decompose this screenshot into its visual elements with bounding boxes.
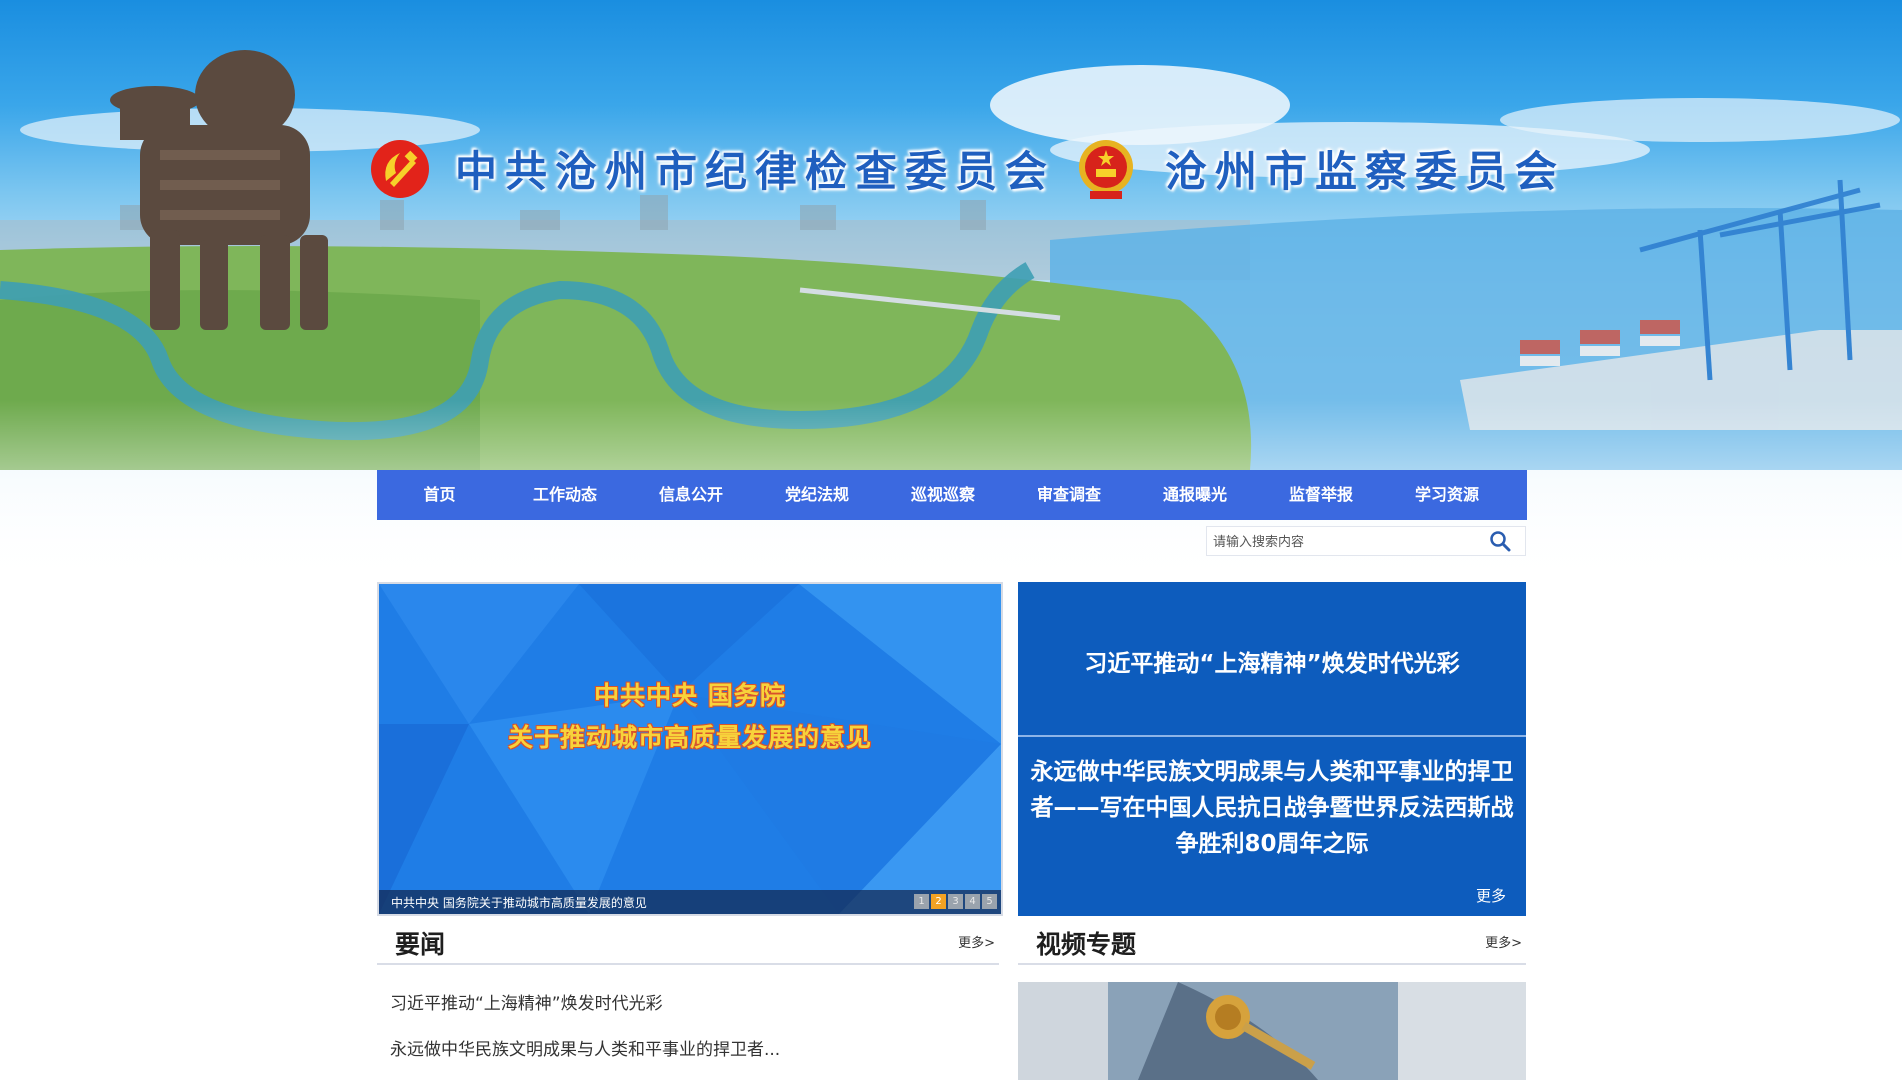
slider-pagination: 1 2 3 4 5: [914, 894, 997, 909]
video-section-title: 视频专题: [1036, 930, 1137, 959]
nav-item-learning[interactable]: 学习资源: [1384, 470, 1510, 520]
headline-link-2[interactable]: 永远做中华民族文明成果与人类和平事业的捍卫者——写在中国人民抗日战争暨世界反法西…: [1030, 754, 1514, 862]
slider-dot[interactable]: 4: [965, 894, 980, 909]
nav-item-home[interactable]: 首页: [377, 470, 502, 520]
news-list: 习近平推动“上海精神”焕发时代光彩 永远做中华民族文明成果与人类和平事业的捍卫者…: [390, 990, 780, 1082]
video-thumbnail[interactable]: [1018, 982, 1526, 1080]
banner-title-right: 沧州市监察委员会: [1165, 147, 1566, 196]
video-section-header: 视频专题 更多>: [1018, 917, 1526, 965]
search-input[interactable]: [1211, 530, 1471, 554]
headline-link-1[interactable]: 习近平推动“上海精神”焕发时代光彩: [1018, 644, 1526, 678]
nav-item-exposure[interactable]: 通报曝光: [1132, 470, 1258, 520]
nav-item-report[interactable]: 监督举报: [1258, 470, 1384, 520]
headline-panel: 习近平推动“上海精神”焕发时代光彩 永远做中华民族文明成果与人类和平事业的捍卫者…: [1018, 582, 1526, 916]
banner-title-left: 中共沧州市纪律检查委员会: [455, 147, 1056, 196]
slider-dot[interactable]: 1: [914, 894, 929, 909]
search-icon: [1490, 531, 1511, 552]
slider-dot[interactable]: 5: [982, 894, 997, 909]
slide-headline-line1: 中共中央 国务院: [594, 681, 786, 710]
iron-lion-statue: [110, 50, 328, 330]
national-emblem-icon: [1079, 140, 1133, 199]
slide-headline-line2: 关于推动城市高质量发展的意见: [507, 723, 872, 752]
slider-dot-active[interactable]: 2: [931, 894, 946, 909]
search-box: [1206, 526, 1526, 556]
news-list-item[interactable]: 永远做中华民族文明成果与人类和平事业的捍卫者...: [390, 1036, 780, 1082]
news-section-title: 要闻: [395, 930, 446, 959]
slide-caption: 中共中央 国务院关于推动城市高质量发展的意见: [391, 896, 647, 910]
video-more-link[interactable]: 更多>: [1485, 932, 1522, 951]
search-button[interactable]: [1475, 527, 1525, 555]
main-nav: 首页 工作动态 信息公开 党纪法规 巡视巡察 审查调查 通报曝光 监督举报 学习…: [377, 470, 1527, 520]
headline-divider: [1018, 735, 1526, 737]
slider-dot[interactable]: 3: [948, 894, 963, 909]
headline-more-link[interactable]: 更多: [1476, 885, 1506, 906]
nav-item-inspection[interactable]: 巡视巡察: [880, 470, 1006, 520]
news-more-link[interactable]: 更多>: [958, 932, 995, 951]
news-section-header: 要闻 更多>: [377, 917, 999, 965]
video-thumbnail-image: [1018, 982, 1526, 1080]
party-emblem-icon: [371, 140, 429, 198]
nav-item-info-disclosure[interactable]: 信息公开: [628, 470, 754, 520]
nav-item-investigation[interactable]: 审查调查: [1006, 470, 1132, 520]
nav-item-work-news[interactable]: 工作动态: [502, 470, 628, 520]
nav-item-party-regulations[interactable]: 党纪法规: [754, 470, 880, 520]
news-list-item[interactable]: 习近平推动“上海精神”焕发时代光彩: [390, 990, 780, 1036]
slide-caption-bar: 中共中央 国务院关于推动城市高质量发展的意见 1 2 3 4 5: [379, 890, 1001, 914]
